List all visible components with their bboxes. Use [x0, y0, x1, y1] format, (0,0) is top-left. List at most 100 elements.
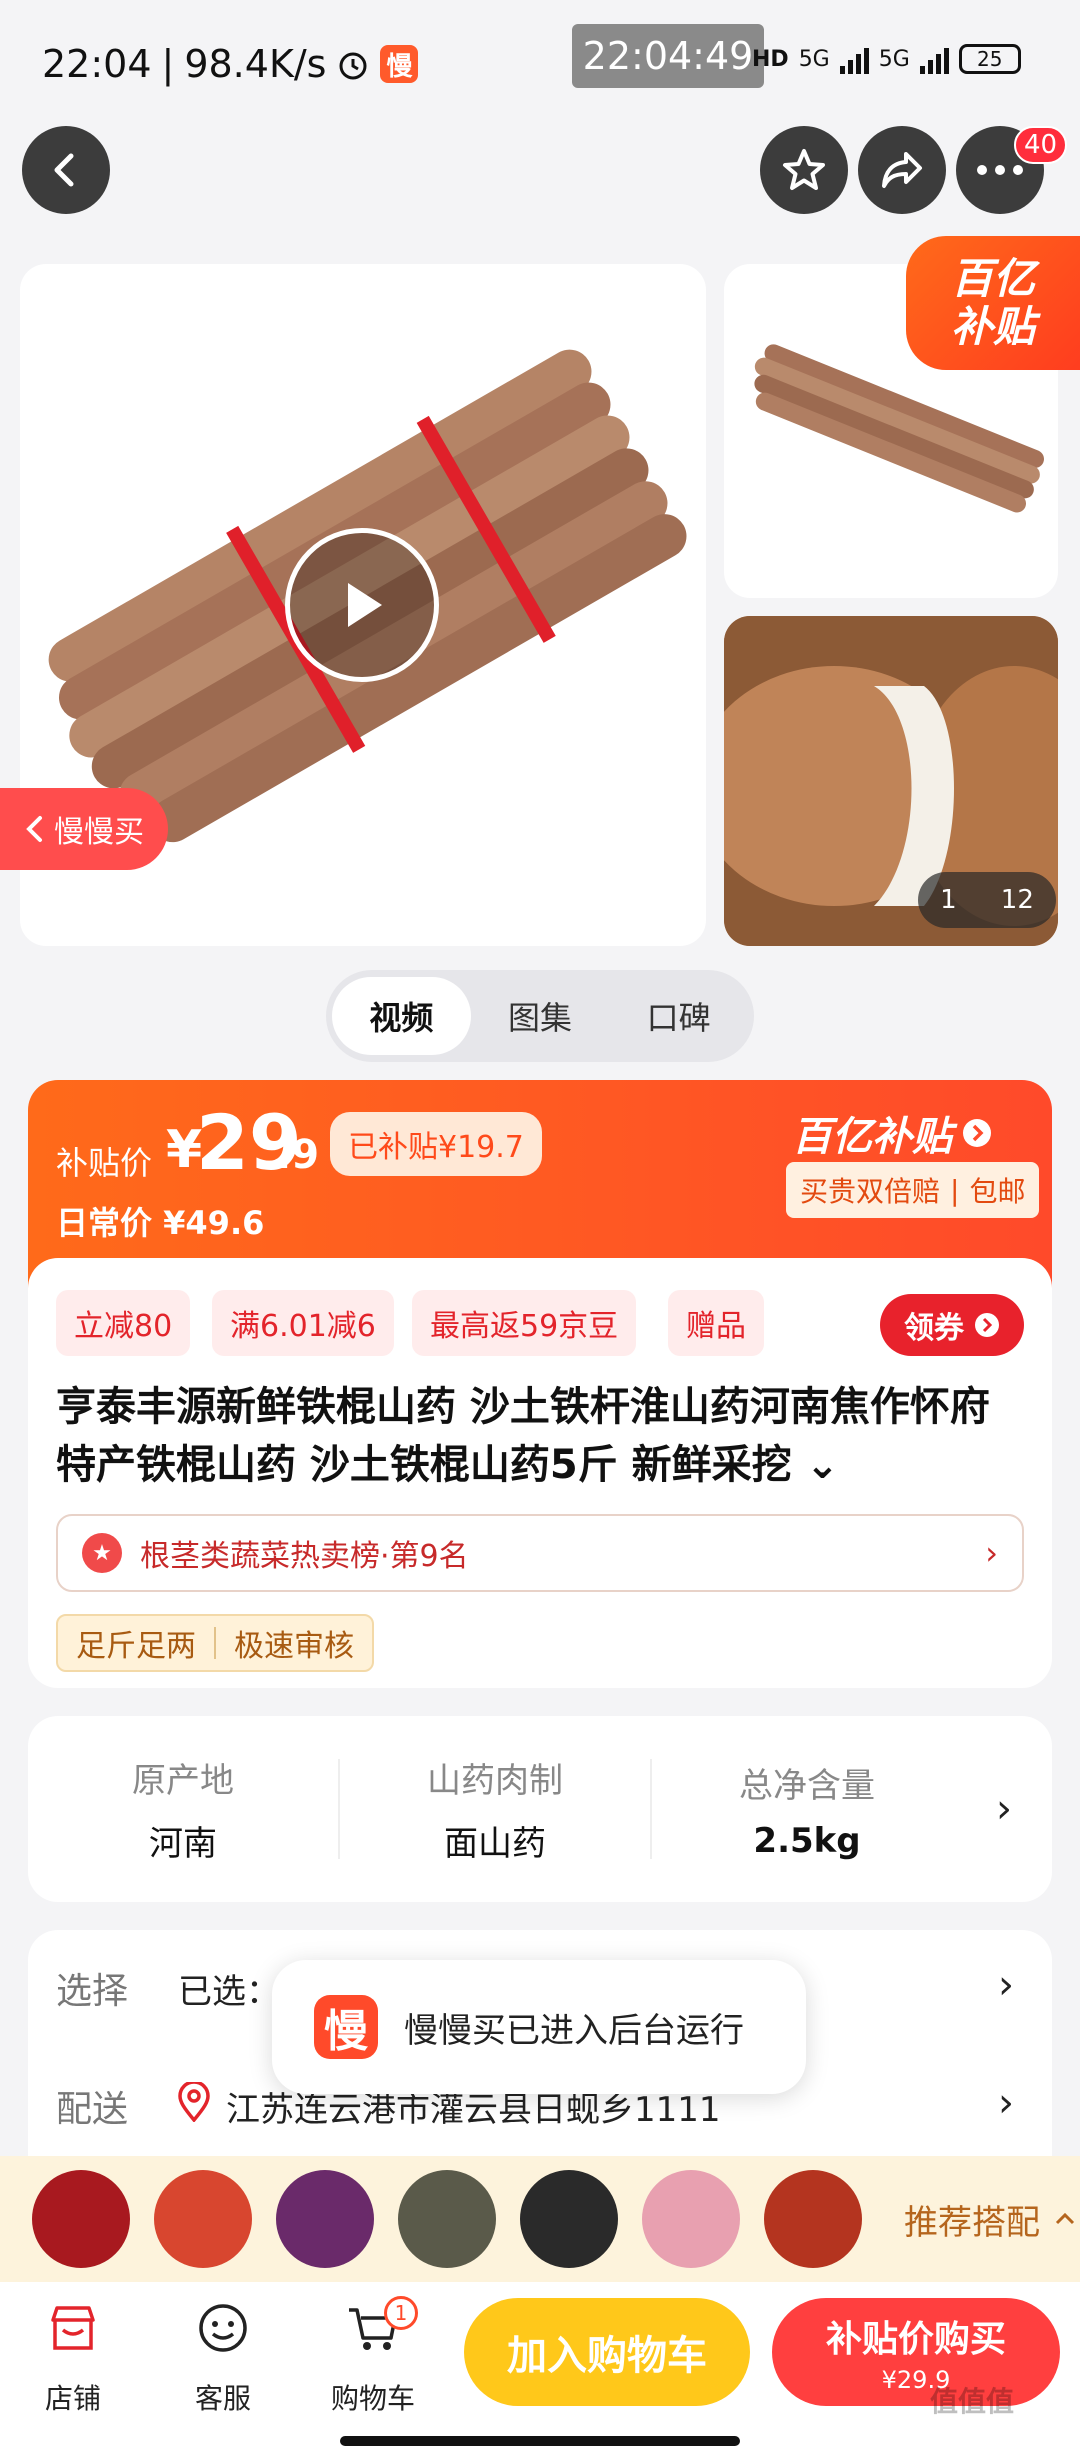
coupon-label: 领券	[904, 1311, 964, 1346]
spec-label: 原产地	[132, 1761, 234, 1801]
chevron-left-icon	[54, 153, 74, 187]
manman-tab-label: 慢慢买	[54, 815, 144, 850]
guarantee-double-refund: 买贵双倍赔	[800, 1175, 941, 1208]
tab-video[interactable]: 视频	[332, 977, 471, 1055]
store-label: 店铺	[44, 2382, 101, 2415]
spec-label: 总净含量	[739, 1765, 875, 1806]
network-type: 5G	[798, 46, 830, 72]
store-icon	[51, 2306, 95, 2350]
brand-label: 百亿补贴	[792, 1114, 952, 1160]
battery-icon: 25	[958, 44, 1021, 74]
media-tabs: 视频 图集 口碑	[326, 970, 754, 1062]
tab-reviews[interactable]: 口碑	[609, 977, 748, 1055]
subsidy-price-label: 补贴价	[56, 1144, 153, 1182]
chat-face-icon	[199, 2304, 247, 2352]
play-icon	[348, 583, 382, 627]
star-icon	[783, 149, 825, 190]
page-current: 1	[940, 885, 957, 915]
rec-item-tomato[interactable]	[764, 2170, 862, 2268]
chevron-right-icon[interactable]: ›	[998, 1962, 1014, 2008]
screen-record-time: 22:04:49	[572, 24, 764, 88]
cart-count-badge: 1	[384, 2296, 418, 2330]
home-indicator[interactable]	[340, 2436, 740, 2446]
spec-label: 山药肉制	[427, 1761, 563, 1801]
recommend-toggle[interactable]: 推荐搭配	[904, 2195, 1076, 2244]
image-page-counter: 1 12	[918, 872, 1056, 928]
app-notification-icon: 慢	[380, 45, 419, 83]
spec-value: 河南	[149, 1824, 217, 1864]
subsidy-line-2: 补贴	[950, 302, 1035, 351]
signal-icon-2	[919, 44, 949, 74]
network-type-2: 5G	[878, 46, 910, 72]
guarantee-divider: |	[950, 1173, 960, 1207]
select-label: 选择	[56, 1971, 129, 2012]
status-left: 22:04 | 98.4K/s 慢	[42, 42, 419, 86]
recommended-pairings[interactable]: 推荐搭配	[0, 2156, 1080, 2282]
status-right: HD 5G 5G 25	[752, 44, 1021, 74]
rec-item-jar[interactable]	[154, 2170, 252, 2268]
signal-icon	[839, 44, 869, 74]
price-decimal: .9	[276, 1132, 320, 1178]
chevron-right-icon: ›	[985, 1534, 998, 1572]
watermark: 值值值	[930, 2385, 1015, 2418]
back-button[interactable]	[22, 126, 110, 214]
spec-net-weight: 总净含量 2.5kg	[652, 1758, 962, 1861]
status-divider: |	[161, 42, 175, 86]
promo-jingdou[interactable]: 最高返59京豆	[412, 1290, 637, 1356]
rec-item-dates[interactable]	[32, 2170, 130, 2268]
quality-tags: 足斤足两 极速审核	[56, 1614, 374, 1672]
billion-subsidy-logo[interactable]: 百亿补贴	[792, 1104, 992, 1162]
hd-icon: HD	[752, 46, 789, 72]
status-time: 22:04	[42, 42, 152, 86]
subsidy-buy-button[interactable]: 补贴价购买 ¥29.9	[772, 2298, 1060, 2406]
promo-gift[interactable]: 赠品	[668, 1290, 764, 1356]
spec-card[interactable]: 原产地 河南 山药肉制 面山药 总净含量 2.5kg ›	[28, 1716, 1052, 1902]
chevron-right-circle-icon	[963, 1119, 991, 1147]
chevron-up-icon	[1055, 2212, 1075, 2225]
customer-service-button[interactable]: 客服	[168, 2300, 278, 2417]
alarm-icon	[339, 52, 367, 80]
rec-item-meat[interactable]	[642, 2170, 740, 2268]
tab-gallery[interactable]: 图集	[471, 977, 610, 1055]
manmanmai-app-icon: 慢	[314, 1995, 378, 2059]
product-title[interactable]: 亨泰丰源新鲜铁棍山药 沙土铁杆淮山药河南焦作怀府特产铁棍山药 沙土铁棍山药5斤 …	[56, 1378, 1016, 1494]
guarantee-free-shipping: 包邮	[969, 1175, 1026, 1208]
add-to-cart-button[interactable]: 加入购物车	[464, 2298, 750, 2406]
medal-icon: ★	[82, 1533, 122, 1573]
service-label: 客服	[194, 2382, 251, 2415]
rec-item-purple-potato[interactable]	[276, 2170, 374, 2268]
spec-texture: 山药肉制 面山药	[340, 1753, 650, 1865]
chevron-right-icon[interactable]: ›	[998, 2080, 1014, 2126]
more-icon	[977, 165, 1023, 175]
location-icon	[176, 2080, 212, 2126]
recommend-label: 推荐搭配	[904, 2202, 1040, 2243]
network-speed: 98.4K/s	[184, 42, 327, 86]
billion-subsidy-badge: 百亿 补贴	[906, 236, 1080, 370]
play-video-button[interactable]	[285, 528, 439, 682]
get-coupon-button[interactable]: 领券	[880, 1294, 1024, 1356]
saved-amount-badge: 已补贴¥19.7	[330, 1112, 542, 1176]
tag-full-weight: 足斤足两	[76, 1629, 196, 1664]
promo-threshold[interactable]: 满6.01减6	[212, 1290, 394, 1356]
favorite-button[interactable]	[760, 126, 848, 214]
buy-label: 补贴价购买	[825, 2319, 1006, 2360]
toast-message: 慢慢买已进入后台运行	[404, 2010, 744, 2051]
cart-label: 购物车	[330, 2382, 415, 2415]
manmanmai-return-tab[interactable]: 慢慢买	[0, 788, 168, 870]
rec-item-fungus[interactable]	[398, 2170, 496, 2268]
store-button[interactable]: 店铺	[18, 2300, 128, 2417]
spec-origin: 原产地 河南	[28, 1753, 338, 1865]
share-button[interactable]	[858, 126, 946, 214]
delivery-label: 配送	[56, 2089, 129, 2130]
rec-item-box[interactable]	[520, 2170, 618, 2268]
ranking-text: 根茎类蔬菜热卖榜·第9名	[140, 1539, 469, 1574]
background-running-toast: 慢 慢慢买已进入后台运行	[272, 1960, 806, 2094]
spec-value: 面山药	[444, 1824, 546, 1864]
ranking-row[interactable]: ★ 根茎类蔬菜热卖榜·第9名 ›	[56, 1514, 1024, 1592]
page-total: 12	[1000, 885, 1034, 915]
promo-discount[interactable]: 立减80	[56, 1290, 191, 1356]
subsidy-line-1: 百亿	[950, 254, 1035, 303]
chevron-right-circle-icon	[975, 1313, 999, 1337]
tag-fast-review: 极速审核	[234, 1629, 354, 1664]
chevron-right-icon: ›	[996, 1786, 1012, 1832]
